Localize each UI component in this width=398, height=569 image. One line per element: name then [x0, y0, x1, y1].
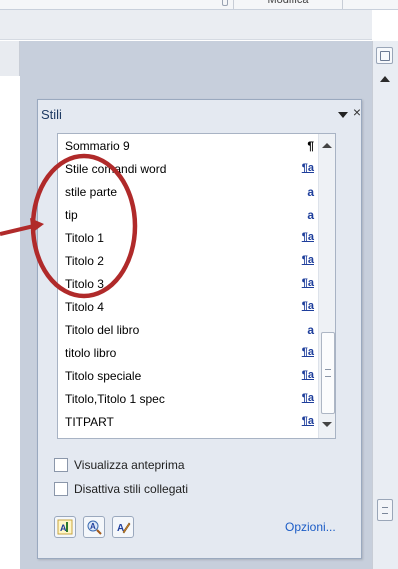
toolbar-strip: [0, 10, 372, 40]
vertical-ruler: [0, 41, 20, 76]
style-item-titolo-titolo-1-spec[interactable]: Titolo,Titolo 1 spec ¶a: [58, 387, 318, 410]
style-name: Titolo del libro: [65, 323, 140, 337]
linked-style-icon: ¶a: [301, 300, 314, 312]
style-inspector-button[interactable]: A: [83, 516, 105, 538]
style-list-scrollbar[interactable]: [318, 134, 335, 438]
style-item-tip[interactable]: tip a: [58, 203, 318, 226]
style-name: TITPART: [65, 415, 114, 429]
document-scroll-thumb[interactable]: [377, 499, 393, 521]
checkbox-label: Disattiva stili collegati: [74, 482, 189, 496]
linked-style-icon: ¶a: [301, 346, 314, 358]
style-inspector-icon: A: [87, 520, 102, 535]
styles-pane: Stili × Sommario 9 ¶ Stile comandi word …: [37, 99, 362, 559]
character-style-icon: a: [307, 208, 314, 222]
ribbon-dialog-launcher-icon[interactable]: [222, 0, 228, 6]
checkbox-box[interactable]: [54, 458, 68, 472]
svg-text:A: A: [60, 523, 67, 533]
style-item-sommario-9[interactable]: Sommario 9 ¶: [58, 134, 318, 157]
scroll-down-arrow-icon[interactable]: [322, 422, 332, 430]
style-item-titpart[interactable]: TITPART ¶a: [58, 410, 318, 433]
character-style-icon: a: [307, 323, 314, 337]
style-name: stile parte: [65, 185, 118, 199]
pane-menu-dropdown-icon[interactable]: [337, 110, 349, 120]
options-link[interactable]: Opzioni...: [285, 520, 336, 534]
style-list-scroll-thumb[interactable]: [321, 332, 335, 414]
ruler-toggle-icon[interactable]: [376, 47, 393, 64]
style-name: titolo libro: [65, 346, 117, 360]
pane-close-icon[interactable]: ×: [350, 103, 364, 121]
linked-style-icon: ¶a: [301, 369, 314, 381]
style-name: tip: [65, 208, 78, 222]
linked-style-icon: ¶a: [301, 277, 314, 289]
style-item-titolo-1[interactable]: Titolo 1 ¶a: [58, 226, 318, 249]
style-name: Titolo 3: [65, 277, 104, 291]
style-list[interactable]: Sommario 9 ¶ Stile comandi word ¶a stile…: [57, 133, 336, 439]
style-item-titolo-2[interactable]: Titolo 2 ¶a: [58, 249, 318, 272]
manage-styles-button[interactable]: A: [112, 516, 134, 538]
linked-style-icon: ¶a: [301, 231, 314, 243]
style-item-titolo-3[interactable]: Titolo 3 ¶a: [58, 272, 318, 295]
style-name: Titolo 2: [65, 254, 104, 268]
style-name: Stile comandi word: [65, 162, 167, 176]
style-item-titolo-4[interactable]: Titolo 4 ¶a: [58, 295, 318, 318]
style-name: Titolo 4: [65, 300, 104, 314]
scroll-up-arrow-icon[interactable]: [322, 143, 332, 151]
style-name: Titolo speciale: [65, 369, 142, 383]
document-scrollbar[interactable]: [372, 41, 398, 569]
style-name: Titolo 1: [65, 231, 104, 245]
style-item-stile-comandi-word[interactable]: Stile comandi word ¶a: [58, 157, 318, 180]
scroll-up-arrow-icon[interactable]: [377, 72, 393, 86]
linked-style-icon: ¶a: [301, 254, 314, 266]
linked-style-icon: ¶a: [301, 415, 314, 427]
ribbon-group-label: Modifica: [233, 0, 343, 9]
checkbox-label: Visualizza anteprima: [74, 458, 185, 472]
checkbox-box[interactable]: [54, 482, 68, 496]
style-item-titolo-libro[interactable]: titolo libro ¶a: [58, 341, 318, 364]
character-style-icon: a: [307, 185, 314, 199]
svg-text:A: A: [90, 522, 96, 531]
new-style-icon: A: [57, 519, 73, 535]
document-page[interactable]: [0, 76, 20, 569]
manage-styles-icon: A: [117, 522, 131, 534]
style-name: Titolo,Titolo 1 spec: [65, 392, 165, 406]
style-name: Sommario 9: [65, 139, 130, 153]
linked-style-icon: ¶a: [301, 392, 314, 404]
style-item-titolo-speciale[interactable]: Titolo speciale ¶a: [58, 364, 318, 387]
new-style-button[interactable]: A: [54, 516, 76, 538]
style-item-titolo-del-libro[interactable]: Titolo del libro a: [58, 318, 318, 341]
pane-title: Stili: [41, 107, 62, 122]
style-item-stile-parte[interactable]: stile parte a: [58, 180, 318, 203]
paragraph-style-icon: ¶: [307, 139, 314, 153]
linked-style-icon: ¶a: [301, 162, 314, 174]
